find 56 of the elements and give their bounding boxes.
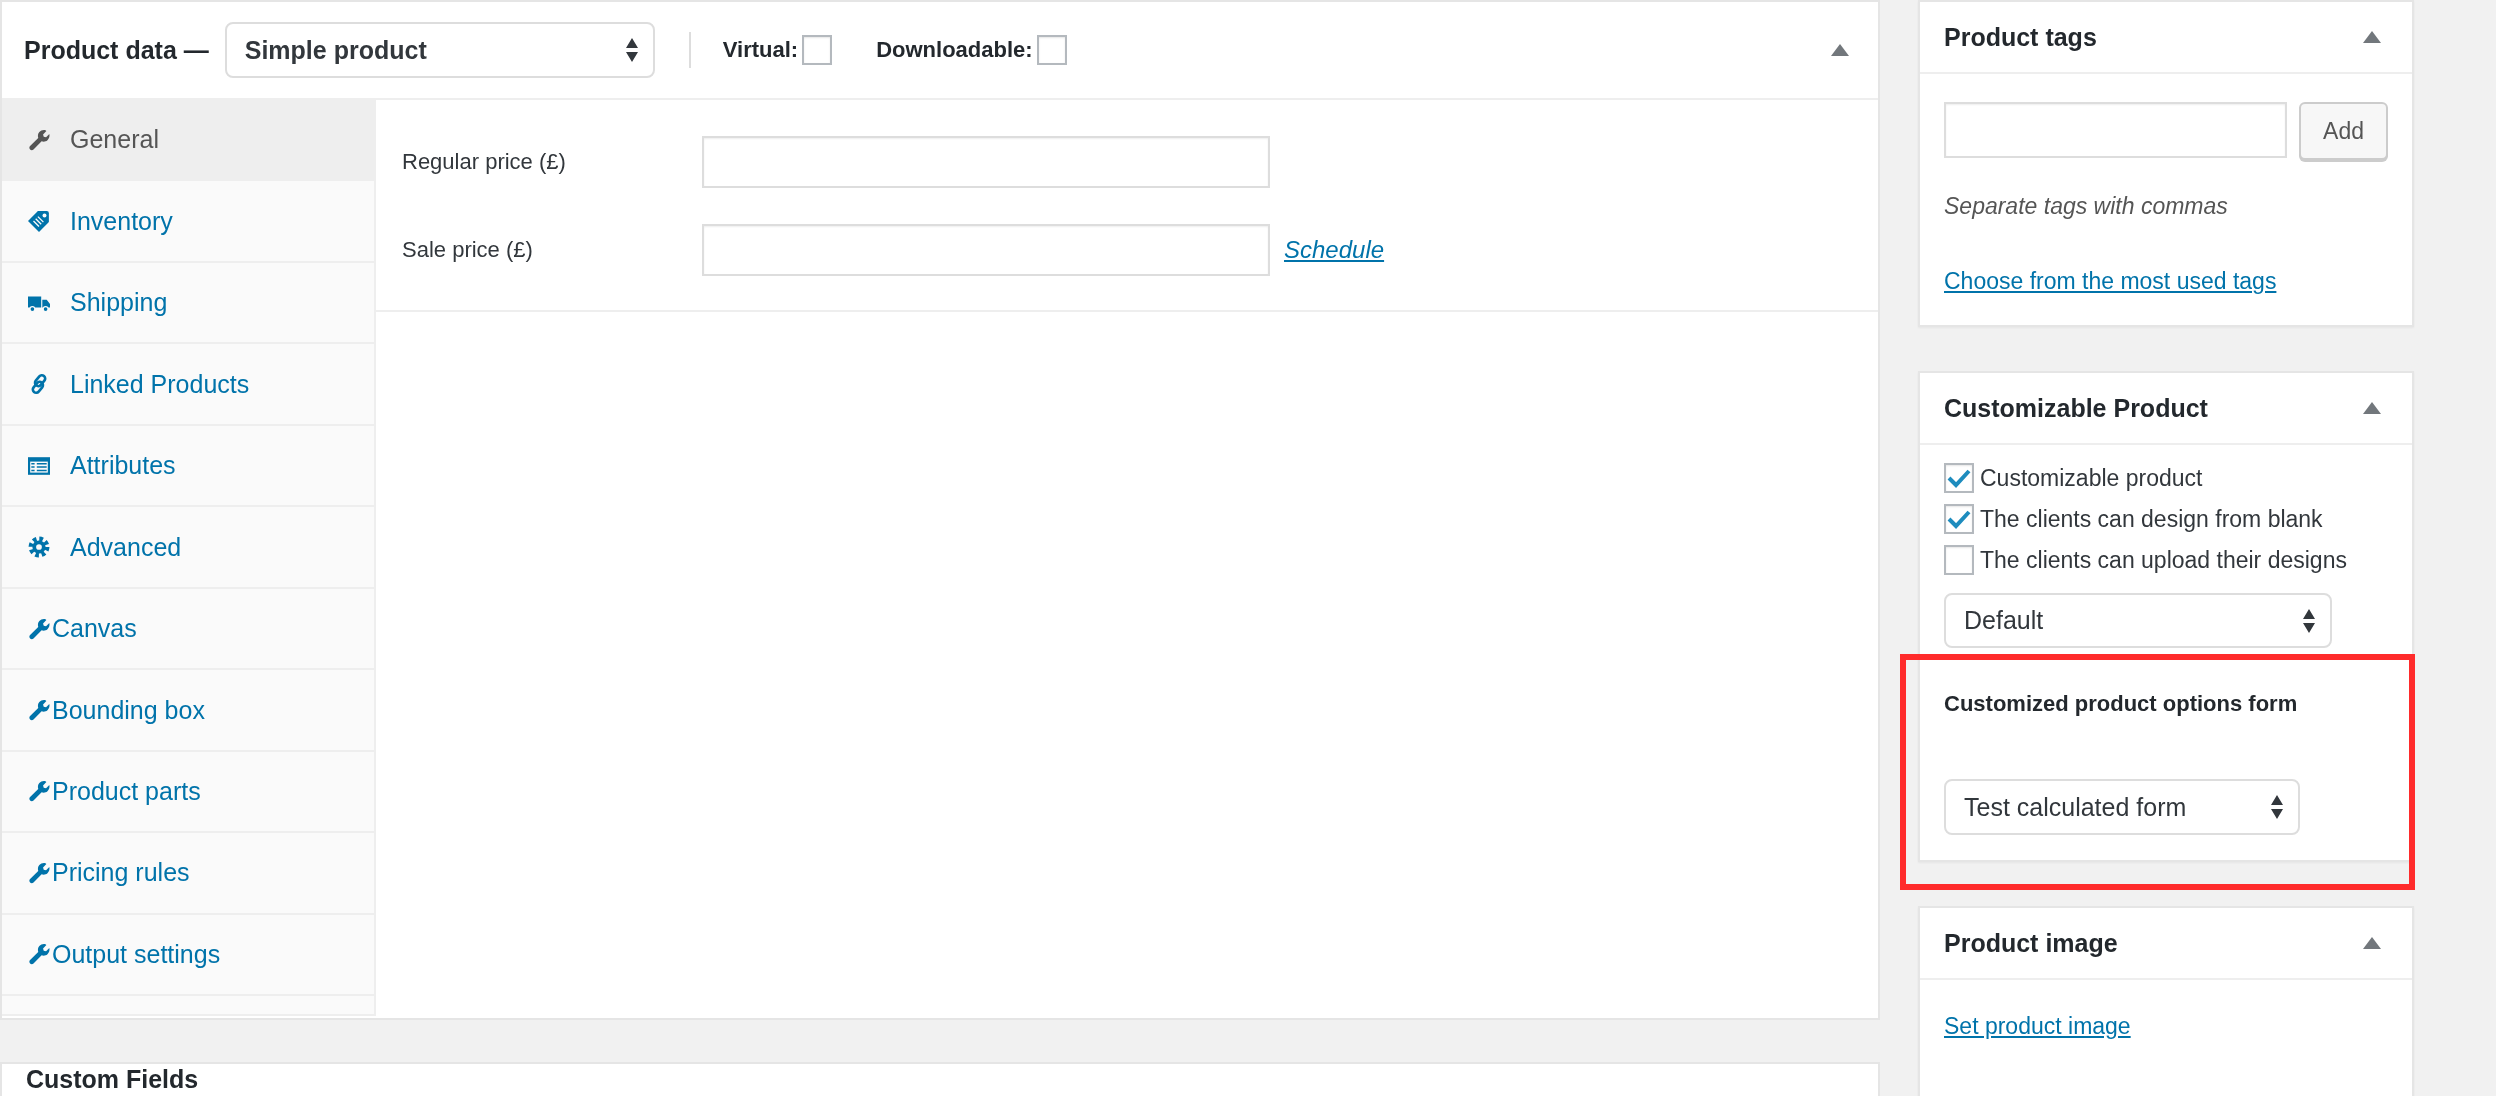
wrench-icon	[28, 780, 50, 803]
tab[interactable]: Canvas	[2, 588, 374, 671]
collapse-arrow-icon[interactable]	[2362, 401, 2382, 415]
checkbox[interactable]	[1036, 35, 1067, 65]
panel-title: Custom Fields	[26, 1065, 199, 1093]
option-label: Virtual:	[722, 37, 799, 63]
most-used-tags-link[interactable]: Choose from the most used tags	[1944, 268, 2277, 295]
tab[interactable]: Shipping	[2, 262, 374, 345]
hint-text: Separate tags with commas	[1944, 193, 2229, 220]
checkbox[interactable]	[1944, 504, 1974, 534]
product-type-select[interactable]: Simple product	[224, 22, 655, 78]
wrench-icon	[28, 861, 50, 884]
price-input[interactable]	[702, 136, 1270, 188]
tag-input[interactable]	[1944, 102, 2288, 158]
list-card-icon	[28, 454, 50, 477]
form-select[interactable]: Test calculated form	[1944, 779, 2300, 835]
sort-arrows-icon	[2302, 607, 2316, 634]
schedule-link[interactable]: Schedule	[1284, 236, 1385, 264]
set-image-link[interactable]: Set product image	[1944, 1013, 2131, 1040]
tab[interactable]: General	[2, 100, 374, 182]
tab[interactable]: Inventory	[2, 181, 374, 263]
section-heading: Customized product options form	[1944, 691, 2299, 717]
add-button[interactable]: Add	[2299, 102, 2388, 160]
checkbox-label: The clients can design from blank	[1980, 505, 2323, 533]
wrench-icon	[28, 943, 50, 966]
tab[interactable]: Advanced	[2, 507, 374, 589]
checkbox[interactable]	[1944, 463, 1974, 493]
panel-title: Product tags	[1944, 22, 2097, 52]
option-label: Downloadable:	[876, 37, 1033, 63]
collapse-arrow-icon[interactable]	[2362, 30, 2382, 44]
sort-arrows-icon	[624, 37, 639, 63]
price-input[interactable]	[702, 224, 1270, 276]
tab[interactable]: Product parts	[2, 751, 374, 834]
tab[interactable]: Bounding box	[2, 670, 374, 752]
tag-icon	[28, 210, 50, 233]
checkbox-label: Customizable product	[1980, 464, 2203, 492]
field-label: Regular price (£)	[402, 149, 567, 175]
wrench-icon	[28, 617, 50, 640]
tab[interactable]: Output settings	[2, 914, 374, 997]
sort-arrows-icon	[2270, 794, 2284, 820]
tab[interactable]: Pricing rules	[2, 833, 374, 915]
template-select[interactable]: Default	[1944, 593, 2332, 648]
collapse-arrow-icon[interactable]	[1830, 43, 1850, 57]
panel-title: Product image	[1944, 928, 2118, 958]
checkbox-label: The clients can upload their designs	[1980, 546, 2347, 574]
field-label: Sale price (£)	[402, 237, 534, 263]
tab[interactable]: Linked Products	[2, 344, 374, 426]
settings-icon	[28, 536, 50, 559]
checkbox[interactable]	[802, 35, 833, 65]
checkbox[interactable]	[1944, 545, 1974, 575]
tab[interactable]: Attributes	[2, 425, 374, 508]
panel-title: Product data —	[24, 35, 209, 65]
panel-title: Customizable Product	[1944, 393, 2208, 423]
wrench-icon	[28, 128, 50, 151]
collapse-arrow-icon[interactable]	[2362, 936, 2382, 950]
wrench-icon	[28, 699, 50, 721]
